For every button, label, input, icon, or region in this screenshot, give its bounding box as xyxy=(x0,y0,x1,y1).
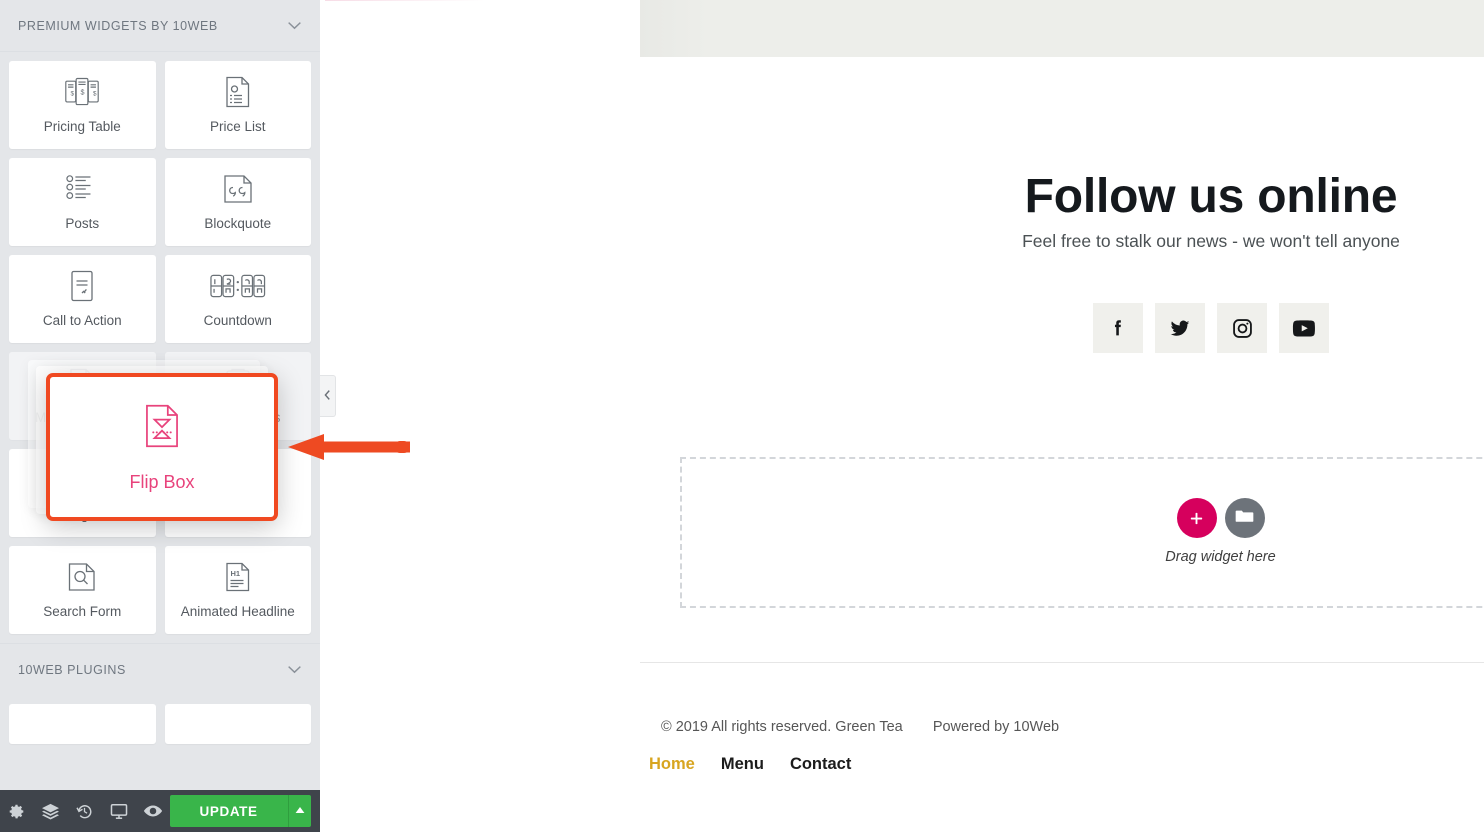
dropzone-label: Drag widget here xyxy=(1165,549,1276,565)
panel-section-title: PREMIUM WIDGETS BY 10WEB xyxy=(18,18,218,33)
social-link-youtube[interactable] xyxy=(1279,303,1329,353)
social-link-facebook[interactable] xyxy=(1093,303,1143,353)
preview-eye-icon[interactable] xyxy=(136,790,170,832)
widget-card-flip-box-highlighted[interactable]: Flip Box xyxy=(46,373,278,521)
widget-card-call-to-action[interactable]: Call to Action xyxy=(9,255,156,343)
update-button[interactable]: UPDATE xyxy=(169,795,288,827)
dropzone-buttons xyxy=(1176,498,1265,538)
footer-nav-item-home[interactable]: Home xyxy=(649,755,695,774)
hero-title: Follow us online xyxy=(1024,170,1398,223)
footer-divider xyxy=(640,662,1484,663)
layers-icon[interactable] xyxy=(34,790,68,832)
add-widget-button[interactable] xyxy=(1176,498,1217,538)
flip-box-icon xyxy=(144,404,180,453)
facebook-icon xyxy=(1107,317,1129,339)
twitter-icon xyxy=(1168,316,1192,340)
widget-card-posts[interactable]: Posts xyxy=(9,158,156,246)
add-template-button[interactable] xyxy=(1224,498,1265,538)
footer-nav-item-menu[interactable]: Menu xyxy=(721,755,764,774)
price-list-icon xyxy=(225,76,251,108)
panel-collapse-handle[interactable] xyxy=(320,375,336,417)
page-canvas: Follow us online Feel free to stalk our … xyxy=(320,0,1484,832)
flip-box-label: Flip Box xyxy=(129,471,195,492)
widget-card-price-list[interactable]: Price List xyxy=(164,61,311,149)
caret-up-icon xyxy=(295,806,305,816)
widget-card-animated-headline[interactable]: H1 Animated Headline xyxy=(164,546,311,634)
footer-nav-item-contact[interactable]: Contact xyxy=(790,755,851,774)
svg-text:H1: H1 xyxy=(230,569,240,578)
search-form-icon xyxy=(67,561,97,593)
svg-text:$: $ xyxy=(71,91,75,98)
widget-card-partial-2[interactable] xyxy=(164,704,311,744)
widget-label: Animated Headline xyxy=(180,604,295,620)
top-tooltip-strip xyxy=(325,0,625,9)
widget-label: Pricing Table xyxy=(43,119,121,135)
footer-copyright-row: © 2019 All rights reserved. Green Tea Po… xyxy=(661,719,1059,735)
hero-subtitle: Feel free to stalk our news - we won't t… xyxy=(1022,231,1400,251)
social-link-twitter[interactable] xyxy=(1155,303,1205,353)
widget-card-blockquote[interactable]: Blockquote xyxy=(164,158,311,246)
panel-section-title-2: 10WEB PLUGINS xyxy=(18,662,126,677)
settings-gear-icon[interactable] xyxy=(0,790,34,832)
widget-label: Call to Action xyxy=(42,313,122,329)
svg-text:$: $ xyxy=(93,91,97,98)
animated-headline-icon: H1 xyxy=(225,561,251,593)
editor-bottom-toolbar: UPDATE xyxy=(0,790,320,832)
panel-section-10web-plugins[interactable]: 10WEB PLUGINS xyxy=(0,643,320,695)
widget-label: Price List xyxy=(209,119,266,135)
widget-card-pricing-table[interactable]: $ $ $ Pricing Table xyxy=(9,61,156,149)
widget-label: Posts xyxy=(65,216,100,232)
hero-band xyxy=(640,0,1484,57)
hero-band-inner xyxy=(640,0,1484,57)
blockquote-icon xyxy=(223,173,253,205)
youtube-icon xyxy=(1291,315,1317,341)
countdown-icon xyxy=(210,270,266,302)
social-icons-row xyxy=(640,303,1484,353)
footer-nav: Home Menu Contact xyxy=(649,755,851,774)
chevron-left-icon xyxy=(324,389,331,404)
chevron-down-icon xyxy=(287,19,302,33)
widget-grid: $ $ $ Pricing Table Price List Posts Blo… xyxy=(0,52,320,343)
widget-label: Search Form xyxy=(43,604,122,620)
widget-card-partial-1[interactable] xyxy=(9,704,156,744)
panel-section-premium-widgets[interactable]: PREMIUM WIDGETS BY 10WEB xyxy=(0,0,320,52)
call-to-action-icon xyxy=(70,270,94,302)
instagram-icon xyxy=(1231,317,1254,340)
footer-powered-by: Powered by 10Web xyxy=(932,719,1060,735)
editor-root: Follow us online Feel free to stalk our … xyxy=(0,0,1484,832)
plus-icon xyxy=(1189,511,1204,526)
responsive-mode-icon[interactable] xyxy=(102,790,136,832)
social-link-instagram[interactable] xyxy=(1217,303,1267,353)
update-options-caret[interactable] xyxy=(287,795,311,827)
footer-copyright: © 2019 All rights reserved. Green Tea xyxy=(661,719,903,735)
dropzone-content: Drag widget here xyxy=(682,498,1484,565)
widget-label: Countdown xyxy=(203,313,272,329)
pricing-table-icon: $ $ $ xyxy=(64,76,100,108)
left-arrow-annotation xyxy=(284,432,410,467)
history-icon[interactable] xyxy=(68,790,102,832)
folder-icon xyxy=(1235,508,1254,529)
widget-label: Blockquote xyxy=(204,216,272,232)
chevron-down-icon xyxy=(287,663,302,677)
widget-card-countdown[interactable]: Countdown xyxy=(164,255,311,343)
posts-icon xyxy=(66,173,98,205)
widget-card-search-form[interactable]: Search Form xyxy=(9,546,156,634)
widget-dropzone[interactable]: Drag widget here xyxy=(680,457,1484,608)
widget-grid-3 xyxy=(0,695,320,744)
svg-text:$: $ xyxy=(81,88,85,97)
